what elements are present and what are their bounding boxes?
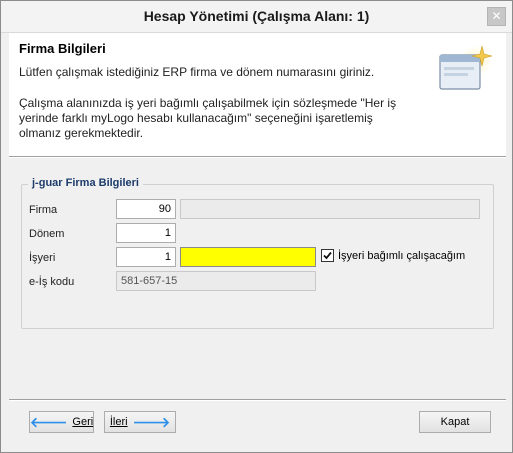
header-panel: Firma Bilgileri Lütfen çalışmak istediği… [9, 33, 506, 156]
close-window-button[interactable]: ✕ [487, 7, 506, 26]
arrow-right-icon: 🡒 [132, 414, 171, 430]
next-button-label: İleri [109, 416, 128, 428]
isyeri-label: İşyeri [29, 252, 56, 264]
eis-code-field [116, 271, 316, 291]
checkmark-icon [323, 251, 332, 260]
header-divider [9, 156, 506, 158]
isyeri-dependent-checkbox-label[interactable]: İşyeri bağımlı çalışacağım [338, 250, 465, 262]
back-button-label: Geri [72, 416, 94, 428]
note-line-1: Çalışma alanınızda iş yeri bağımlı çalış… [19, 96, 397, 110]
firma-label: Firma [29, 204, 58, 216]
title-bar: Hesap Yönetimi (Çalışma Alanı: 1) ✕ [1, 1, 512, 33]
donem-number-input[interactable] [116, 223, 176, 243]
eis-code-label: e-İş kodu [29, 276, 75, 288]
arrow-left-icon: 🡐 [29, 414, 68, 430]
firma-name-field [180, 199, 480, 219]
note-line-3: olmanız gerekmektedir. [19, 126, 144, 140]
isyeri-name-field[interactable] [180, 247, 316, 267]
window-title: Hesap Yönetimi (Çalışma Alanı: 1) [143, 8, 370, 24]
close-button[interactable]: Kapat [419, 411, 491, 433]
note-line-2: yerinde farklı myLogo hesabı kullanacağı… [19, 111, 373, 125]
wizard-window-icon [439, 45, 493, 90]
next-button[interactable]: İleri 🡒 [104, 411, 176, 433]
firma-number-input[interactable] [116, 199, 176, 219]
donem-label: Dönem [29, 228, 65, 240]
group-legend: j-guar Firma Bilgileri [28, 177, 143, 189]
back-button[interactable]: 🡐 Geri [29, 411, 94, 433]
instruction-text: Lütfen çalışmak istediğiniz ERP firma ve… [19, 65, 375, 79]
account-management-window: Hesap Yönetimi (Çalışma Alanı: 1) ✕ Firm… [0, 0, 513, 453]
footer-divider [9, 399, 506, 401]
page-title: Firma Bilgileri [19, 41, 106, 56]
isyeri-number-input[interactable] [116, 247, 176, 267]
isyeri-dependent-checkbox[interactable] [321, 249, 334, 262]
close-button-label: Kapat [440, 416, 470, 428]
